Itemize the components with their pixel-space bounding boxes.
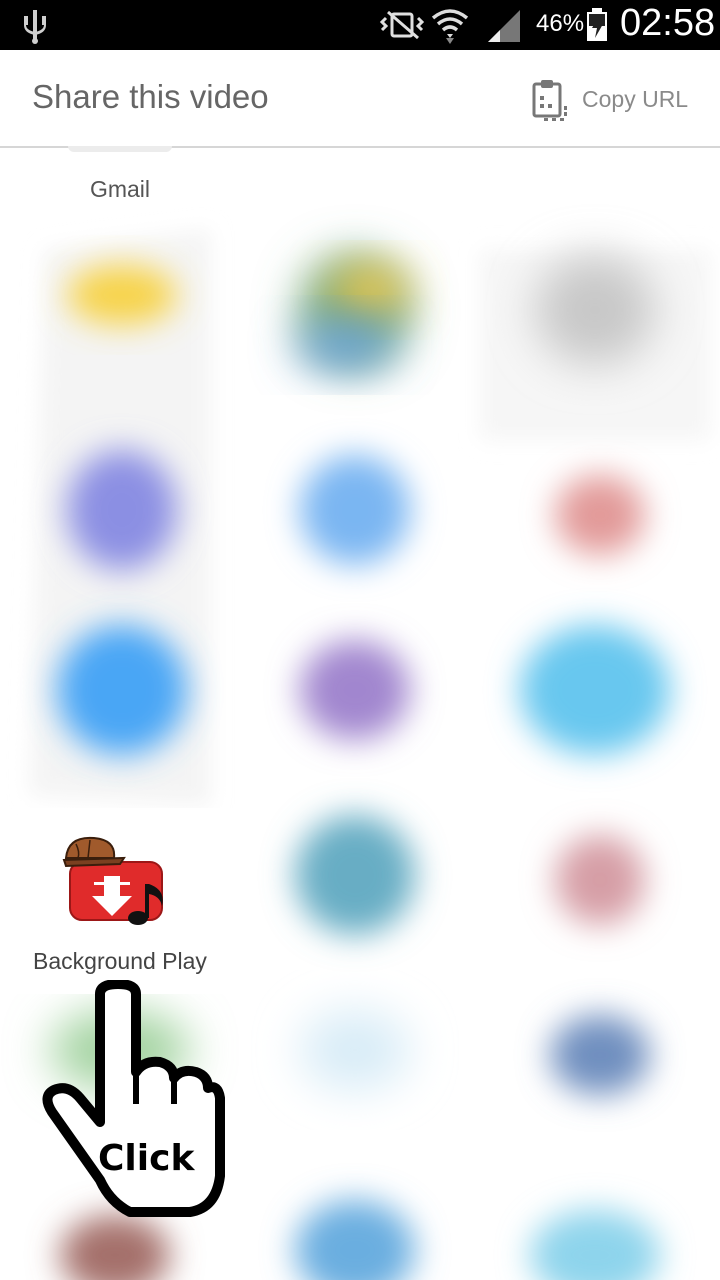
page-title: Share this video <box>32 78 269 115</box>
blurred-app-icon <box>530 1210 660 1280</box>
blurred-app-icon <box>295 320 395 370</box>
blurred-app-icon <box>555 835 645 925</box>
background-play-icon <box>62 836 163 925</box>
pointing-hand-overlay: Click <box>42 980 225 1217</box>
vibrate-mute-icon <box>379 10 425 40</box>
blurred-app-icon <box>520 625 670 755</box>
blurred-app-icon <box>555 475 645 555</box>
blurred-app-icon <box>300 640 410 740</box>
usb-icon <box>24 10 46 44</box>
click-label: Click <box>98 1138 195 1179</box>
blurred-app-icon <box>300 455 410 565</box>
blurred-app-icon <box>295 815 415 935</box>
blurred-app-icon <box>550 1015 650 1095</box>
blurred-app-icon <box>300 1010 410 1090</box>
blurred-app-icon <box>57 625 187 755</box>
blurred-app-icon <box>535 255 655 365</box>
clipboard-icon <box>532 80 567 121</box>
battery-percent: 46% <box>536 10 585 37</box>
battery-charging-icon <box>587 8 607 41</box>
clock: 02:58 <box>620 2 716 44</box>
blurred-app-icon <box>295 1200 415 1280</box>
app-tile-background-play[interactable]: Background Play <box>18 808 242 994</box>
cell-signal-icon <box>488 10 520 42</box>
copy-url-button[interactable]: Copy URL <box>528 78 698 122</box>
blurred-app-icon <box>60 1215 170 1280</box>
app-label-background-play: Background Play <box>33 948 207 974</box>
copy-url-label: Copy URL <box>582 86 689 112</box>
blurred-app-icon <box>67 265 177 325</box>
wifi-icon <box>431 9 469 44</box>
blurred-app-icon <box>67 450 177 570</box>
status-bar: 46% 02:58 <box>0 0 720 50</box>
blurred-app-icon <box>330 265 410 315</box>
share-header: Share this video Copy URL <box>0 50 720 148</box>
